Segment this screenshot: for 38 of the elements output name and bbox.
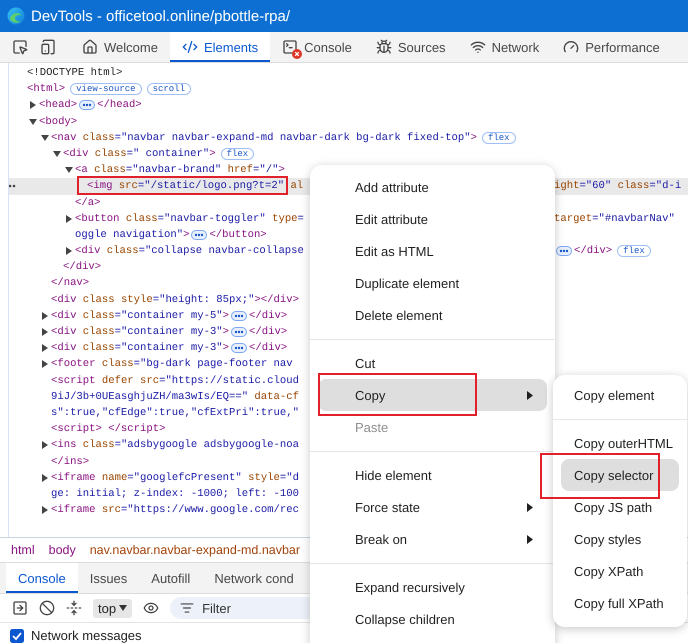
code-text: </div> bbox=[249, 308, 288, 324]
code-text: oggle navigation"> bbox=[75, 228, 190, 243]
code-text: <body> bbox=[39, 114, 78, 130]
code-text: <img src="/static/logo.png?t=2" al bbox=[87, 179, 304, 194]
code-text: <div class="container my-5"> bbox=[51, 308, 230, 324]
code-text: <div class="container my-3"> bbox=[51, 341, 230, 356]
code-text: <ins class="adsbygoogle adsbygoogle-noa bbox=[51, 438, 299, 454]
window-title: DevTools - officetool.online/pbottle-rpa/ bbox=[31, 8, 290, 24]
code-text: <a class="navbar-brand" href="/"> bbox=[75, 163, 285, 178]
code-text: ight="60" class="d-i bbox=[554, 179, 682, 194]
code-text: <div class style="height: 85px;"></div> bbox=[51, 292, 299, 308]
code-text: <html> bbox=[27, 82, 66, 98]
code-text: </button> bbox=[209, 228, 267, 243]
code-text: </nav> bbox=[51, 276, 90, 292]
code-text: <script defer src="https://static.cloud bbox=[51, 374, 299, 389]
code-text: 9iJ/3b+0UEasghjuZH/ma3wIs/EQ==" data-cf bbox=[51, 390, 299, 405]
code-text: <div class=" container"> bbox=[63, 146, 216, 162]
code-text: <div class="container my-3"> bbox=[51, 325, 230, 340]
code-text: <script> </script> bbox=[51, 422, 166, 438]
code-text: <!DOCTYPE html> bbox=[27, 66, 122, 81]
code-text: </head> bbox=[97, 98, 142, 114]
code-text: </a> bbox=[75, 196, 100, 210]
code-text: s":true,"cfEdge":true,"cfExtPri":true," bbox=[51, 406, 299, 421]
code-text: </div> bbox=[63, 260, 102, 276]
checkbox-label: Network messages bbox=[31, 628, 142, 643]
code-text: <button class="navbar-toggler" type= bbox=[75, 212, 304, 227]
code-text: </div> bbox=[249, 341, 288, 356]
code-text: target="#navbarNav" bbox=[554, 212, 675, 227]
code-text: </div> bbox=[574, 244, 612, 260]
code-text: </div> bbox=[249, 325, 288, 340]
code-text: <iframe name="googlefcPresent" style="d bbox=[51, 470, 299, 486]
code-text: <nav class="navbar navbar-expand-md navbar-dark bg-dark fixed-top"> bbox=[51, 130, 477, 146]
code-text: </ins> bbox=[51, 454, 90, 470]
code-text: <head> bbox=[39, 98, 78, 114]
code-text: <iframe src="https://www.google.com/rec bbox=[51, 503, 299, 518]
code-text: <div class="collapse navbar-collapse bbox=[75, 244, 304, 260]
code-text: <footer class="bg-dark page-footer nav bbox=[51, 357, 293, 372]
code-text: ge: initial; z-index: -1000; left: -100 bbox=[51, 486, 299, 502]
